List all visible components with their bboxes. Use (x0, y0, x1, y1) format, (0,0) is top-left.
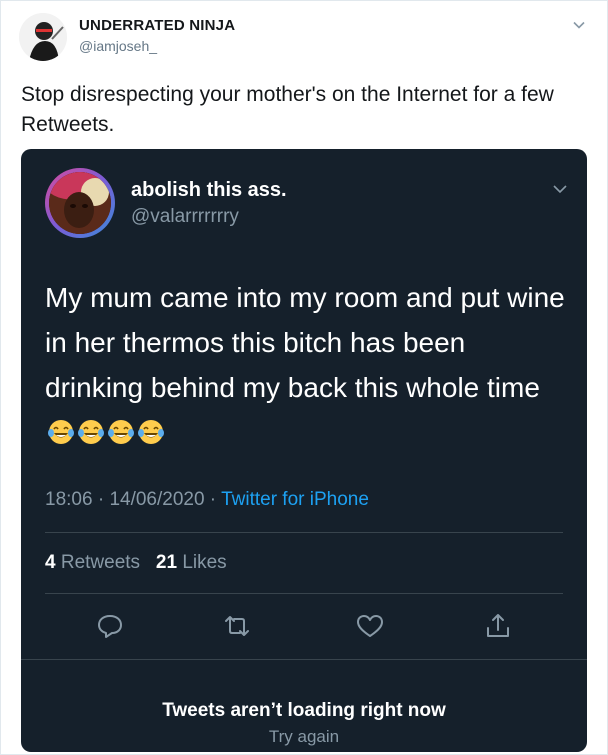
emoji-row (45, 417, 165, 448)
divider (45, 593, 563, 594)
retweets-stat[interactable]: 4 Retweets (45, 552, 140, 573)
try-again-link[interactable]: Try again (21, 727, 587, 747)
likes-label: Likes (182, 552, 227, 573)
quoted-tweet-card[interactable]: abolish this ass. @valarrrrrrry My mum c… (21, 149, 587, 752)
quoted-author-name[interactable]: abolish this ass. (131, 179, 287, 202)
meta-separator: · (92, 489, 110, 510)
quoted-tweet-text: My mum came into my room and put wine in… (45, 275, 565, 455)
meta-separator: · (204, 489, 222, 510)
author-avatar[interactable] (19, 13, 67, 61)
retweets-count: 4 (45, 552, 56, 573)
tweet-time[interactable]: 18:06 (45, 489, 93, 510)
divider (21, 659, 587, 660)
like-icon[interactable] (355, 611, 385, 641)
error-message: Tweets aren’t loading right now (162, 700, 446, 721)
tweet-container: UNDERRATED NINJA @iamjoseh_ Stop disresp… (0, 0, 608, 755)
tweet-stats: 4 Retweets 21 Likes (45, 552, 227, 574)
face-with-tears-of-joy-emoji (108, 420, 134, 444)
avatar-photo (49, 172, 111, 234)
likes-count: 21 (155, 552, 178, 573)
divider (45, 532, 563, 533)
face-with-tears-of-joy-emoji (78, 420, 104, 444)
author-handle[interactable]: @iamjoseh_ (79, 38, 157, 54)
retweets-label: Retweets (60, 552, 141, 573)
face-with-tears-of-joy-emoji (138, 420, 164, 444)
quoted-author-avatar[interactable] (45, 168, 115, 238)
chevron-down-icon[interactable] (551, 180, 569, 198)
tweet-source-link[interactable]: Twitter for iPhone (221, 489, 369, 510)
tweet-meta: 18:06 · 14/06/2020 · Twitter for iPhone (45, 489, 369, 511)
tweet-text: Stop disrespecting your mother's on the … (21, 83, 554, 136)
author-name[interactable]: UNDERRATED NINJA (79, 17, 235, 34)
ninja-avatar-image (19, 13, 67, 61)
likes-stat[interactable]: 21 Likes (156, 552, 227, 573)
quoted-author-handle[interactable]: @valarrrrrrry (131, 206, 239, 228)
quoted-tweet-body: My mum came into my room and put wine in… (45, 282, 565, 403)
reply-icon[interactable] (95, 611, 125, 641)
tweet-date[interactable]: 14/06/2020 (109, 489, 204, 510)
share-icon[interactable] (483, 611, 513, 641)
chevron-down-icon[interactable] (571, 17, 587, 33)
face-with-tears-of-joy-emoji (48, 420, 74, 444)
retweet-icon[interactable] (222, 611, 252, 641)
